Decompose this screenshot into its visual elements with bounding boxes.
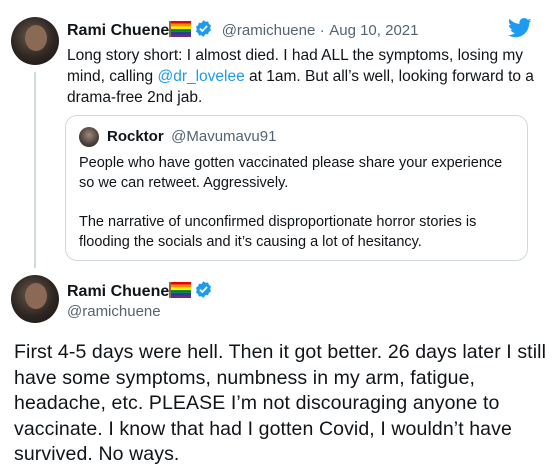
verified-badge-icon [196, 281, 212, 298]
quote-text-1: People who have gotten vaccinated please… [79, 155, 503, 191]
handle[interactable]: @ramichuene [67, 303, 161, 320]
quote-avatar [79, 127, 99, 147]
thread-connector-line [34, 72, 36, 268]
display-name[interactable]: Rami Chuene [67, 283, 169, 300]
rainbow-flag-emoji [169, 282, 192, 298]
handle[interactable]: @ramichuene [222, 22, 316, 39]
quote-display-name: Rocktor [107, 128, 164, 145]
tweet-header: Rami Chuene @ramichuene · Aug 10, 2021 [67, 19, 418, 41]
separator: · [319, 22, 325, 39]
verified-badge-icon [196, 20, 212, 37]
tweet-text-large: First 4-5 days were hell. Then it got be… [14, 341, 546, 465]
twitter-bird-icon[interactable] [508, 18, 532, 38]
quote-header: Rocktor @Mavumavu91 [107, 128, 276, 146]
rainbow-flag-emoji [169, 21, 192, 37]
quote-text-2: The narrative of unconfirmed disproporti… [79, 214, 477, 250]
mention-link[interactable]: @dr_lovelee [157, 68, 244, 85]
quote-handle: @Mavumavu91 [171, 128, 277, 145]
tweet-date[interactable]: Aug 10, 2021 [329, 22, 418, 39]
tweet-text: Long story short: I almost died. I had A… [67, 45, 537, 108]
quote-tweet-card[interactable]: Rocktor @Mavumavu91 People who have gott… [65, 115, 528, 261]
tweet-header: Rami Chuene [67, 280, 213, 301]
display-name[interactable]: Rami Chuene [67, 22, 169, 39]
avatar[interactable] [11, 17, 59, 65]
avatar[interactable] [11, 275, 59, 323]
